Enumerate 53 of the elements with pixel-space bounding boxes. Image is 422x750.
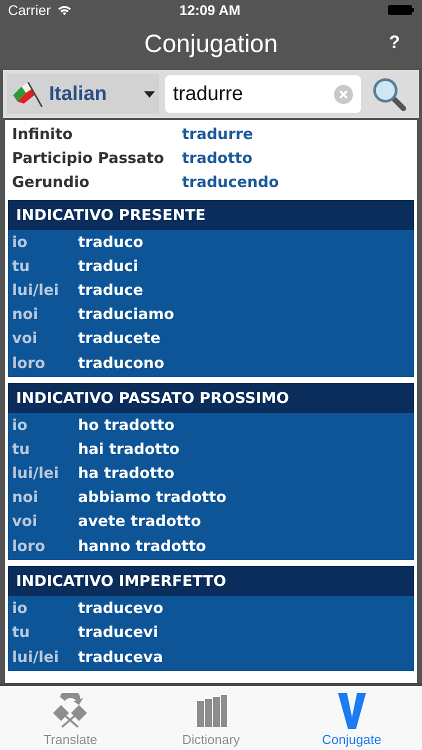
verb-form: hanno tradotto <box>78 536 206 554</box>
status-time: 12:09 AM <box>178 2 242 18</box>
form-label: Participio Passato <box>12 149 166 167</box>
verb-form: traduce <box>78 281 144 299</box>
tense-heading: INDICATIVO PASSATO PROSSIMO <box>8 383 414 413</box>
flag-icon <box>11 80 43 108</box>
form-value: tradurre <box>182 125 254 143</box>
verb-form: traducevo <box>78 599 164 617</box>
language-dropdown[interactable]: Italian <box>7 74 159 114</box>
form-label: Gerundio <box>12 173 90 191</box>
search-field[interactable]: tradurre <box>165 75 361 113</box>
pronoun-label: voi <box>12 329 38 347</box>
tense-heading: INDICATIVO PRESENTE <box>8 200 414 230</box>
form-value: tradotto <box>182 149 252 167</box>
verb-form: traducono <box>78 354 164 372</box>
verb-form: traducevi <box>78 623 158 641</box>
screen-title: Conjugation <box>144 30 278 58</box>
verb-form: ho tradotto <box>78 416 175 434</box>
verb-form: abbiamo tradotto <box>78 488 226 506</box>
verb-form: traduco <box>78 233 144 251</box>
verb-form: traduciamo <box>78 305 174 323</box>
pronoun-label: loro <box>12 536 46 554</box>
pronoun-label: io <box>12 416 28 434</box>
pronoun-label: io <box>12 599 28 617</box>
caret-icon <box>144 90 155 98</box>
verb-form: avete tradotto <box>78 512 202 530</box>
verb-form: traduci <box>78 257 138 275</box>
pronoun-label: lui/lei <box>12 281 60 299</box>
tab-item[interactable]: Dictionary <box>140 686 282 750</box>
pronoun-label: tu <box>12 257 31 275</box>
tab-item[interactable]: Conjugate <box>281 686 422 750</box>
form-value: traducendo <box>182 173 279 191</box>
pronoun-label: io <box>12 233 28 251</box>
tab-item[interactable]: Translate <box>0 686 141 750</box>
battery-icon <box>388 5 414 15</box>
verb-form: traducete <box>78 329 161 347</box>
pronoun-label: tu <box>12 623 31 641</box>
pronoun-label: noi <box>12 305 40 323</box>
verb-form: ha tradotto <box>78 464 174 482</box>
form-label: Infinito <box>12 125 74 143</box>
help-button[interactable]: ? <box>385 32 404 53</box>
verb-form: traduceva <box>78 648 164 666</box>
pronoun-label: voi <box>12 512 38 530</box>
pronoun-label: lui/lei <box>12 648 60 666</box>
verb-form: hai tradotto <box>78 440 180 458</box>
pronoun-label: noi <box>12 488 40 506</box>
pronoun-label: lui/lei <box>12 464 60 482</box>
search-icon[interactable] <box>371 76 407 112</box>
carrier-label: Carrier <box>8 2 51 18</box>
wifi-icon <box>56 4 72 16</box>
pronoun-label: tu <box>12 440 31 458</box>
tense-heading: INDICATIVO IMPERFETTO <box>8 566 414 596</box>
pronoun-label: loro <box>12 354 46 372</box>
